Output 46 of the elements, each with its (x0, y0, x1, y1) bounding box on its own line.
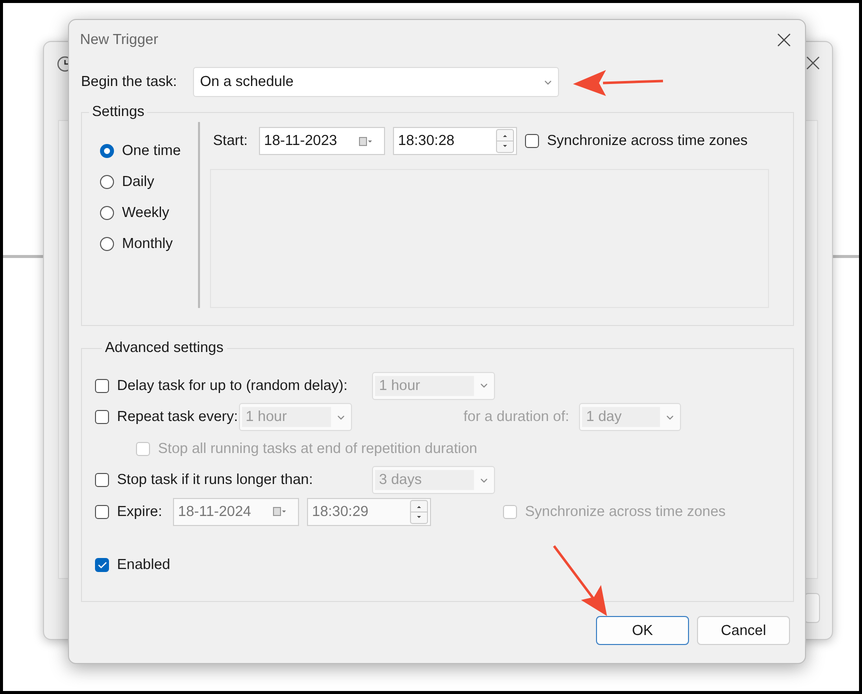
dropdown[interactable]: On a schedule (193, 67, 559, 97)
checkbox[interactable] (95, 558, 109, 572)
checkbox-label[interactable]: Stop task if it runs longer than: (117, 472, 313, 488)
field-label: for a duration of: (464, 409, 570, 426)
checkbox[interactable] (95, 473, 109, 488)
time-field[interactable]: 18:30:29 (307, 498, 431, 526)
group-title: Advanced settings (104, 340, 224, 356)
field-label: Start: (213, 133, 249, 149)
arrow-icon (553, 545, 607, 616)
checkbox-label[interactable]: Synchronize across time zones (547, 133, 748, 149)
checkbox[interactable] (95, 410, 109, 424)
radio-button[interactable] (100, 236, 114, 250)
radio-label[interactable]: Weekly (122, 204, 170, 220)
radio-button[interactable] (100, 174, 114, 188)
date-field[interactable]: 18-11-2023 (259, 127, 385, 155)
chevron-icon (336, 414, 345, 420)
ok-button[interactable]: OK (596, 616, 689, 645)
window-title: New Trigger (80, 32, 158, 48)
spinner-icon (496, 129, 514, 153)
checkbox-label[interactable]: Delay task for up to (random delay): (117, 378, 348, 394)
checkbox[interactable] (95, 378, 109, 393)
close-icon[interactable] (806, 56, 820, 70)
radio-button[interactable] (100, 144, 114, 158)
close-icon[interactable] (777, 33, 791, 47)
chevron-icon (544, 80, 552, 84)
radio-label[interactable]: Daily (122, 174, 154, 190)
checkbox-label[interactable]: Expire: (117, 504, 162, 520)
radio-label[interactable]: One time (122, 142, 181, 158)
checkbox[interactable] (525, 134, 539, 148)
radio-label[interactable]: Monthly (122, 236, 173, 252)
field-label: Begin the task: (81, 74, 178, 90)
arrow-icon (573, 70, 664, 96)
checkbox-label[interactable]: Enabled (117, 557, 170, 574)
time-field[interactable]: 18:30:28 (393, 127, 517, 155)
calendar-icon (359, 136, 372, 146)
calendar-icon (273, 507, 286, 516)
date-field[interactable]: 18-11-2024 (173, 498, 299, 526)
checkbox[interactable] (95, 504, 109, 519)
chevron-icon (480, 383, 488, 388)
checkbox-label[interactable]: Repeat task every: (117, 409, 238, 426)
group-title: Settings (91, 104, 146, 120)
chevron-icon (480, 478, 488, 483)
cancel-button[interactable]: Cancel (697, 616, 790, 645)
chevron-icon (666, 414, 674, 420)
radio-button[interactable] (100, 206, 114, 220)
spinner-icon (410, 500, 428, 524)
